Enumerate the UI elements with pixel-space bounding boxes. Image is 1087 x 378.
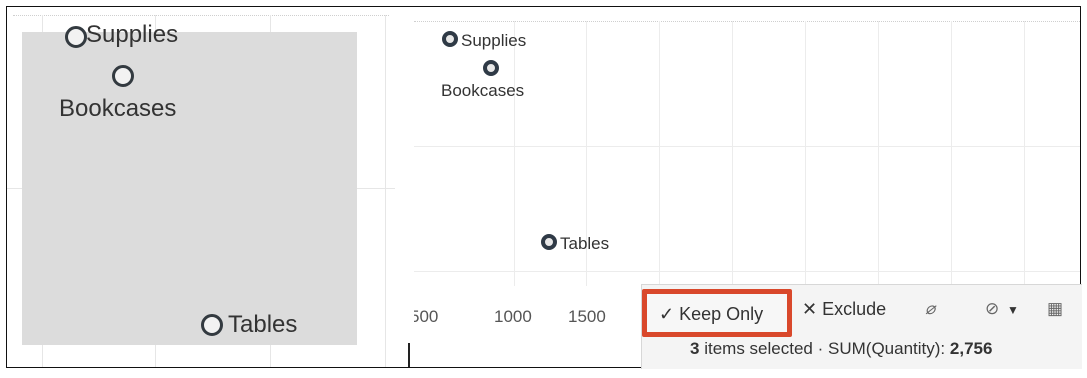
table-view-icon[interactable]: ▦	[1047, 299, 1063, 319]
gridline-v	[951, 21, 952, 286]
selection-rectangle[interactable]	[22, 32, 357, 345]
mark-label-tables: Tables	[228, 311, 298, 338]
gridline-v	[805, 21, 806, 286]
mark-label-bookcases: Bookcases	[441, 81, 525, 100]
gridline-v	[878, 21, 879, 286]
x-tick: 1000	[494, 307, 532, 326]
gridline-v	[514, 21, 515, 286]
x-tick: 500	[414, 307, 439, 326]
selected-count-text: items selected	[704, 339, 813, 358]
mark-label-supplies: Supplies	[461, 31, 527, 50]
top-dotted-rule	[13, 15, 389, 16]
mark-bookcases[interactable]	[112, 65, 134, 87]
mark-supplies[interactable]	[65, 26, 87, 48]
gridline-v	[732, 21, 733, 286]
zoomed-selection-panel: Supplies Bookcases Tables	[7, 7, 395, 367]
keep-only-label: Keep Only	[679, 304, 764, 324]
text-cursor	[408, 343, 410, 367]
selection-summary: 3 items selected · SUM(Quantity): 2,756	[690, 339, 992, 359]
measure-value: 2,756	[949, 339, 993, 358]
mark-bookcases[interactable]	[483, 60, 499, 76]
gridline-h	[414, 146, 1080, 147]
mark-supplies[interactable]	[442, 31, 458, 47]
mark-label-tables: Tables	[560, 234, 610, 253]
gridline-v	[1024, 21, 1025, 286]
dropdown-icon[interactable]: ▼	[1007, 303, 1019, 317]
gridline-h	[414, 271, 1080, 272]
panel-divider	[409, 7, 412, 367]
mark-label-supplies: Supplies	[86, 21, 179, 48]
checkmark-icon: ✓	[659, 304, 675, 324]
mark-label-bookcases: Bookcases	[59, 95, 177, 122]
exclude-label: Exclude	[822, 299, 887, 319]
x-tick: 1500	[568, 307, 606, 326]
group-icon[interactable]: ⊘	[985, 299, 999, 319]
separator: ·	[817, 339, 824, 358]
keep-only-button[interactable]: ✓ Keep Only	[642, 289, 792, 337]
selected-count: 3	[690, 339, 700, 358]
selection-tooltip: ✓ Keep Only ✕ Exclude ⌀ ⊘ ▼ ▦ 3 items se…	[641, 284, 1082, 369]
gridline-v	[385, 15, 386, 367]
paperclip-icon[interactable]: ⌀	[925, 299, 935, 319]
mark-tables[interactable]	[541, 234, 557, 250]
exclude-button[interactable]: ✕ Exclude	[802, 299, 886, 320]
mark-tables[interactable]	[201, 314, 223, 336]
measure-label: SUM(Quantity):	[828, 339, 946, 358]
gridline-v	[659, 21, 660, 286]
tooltip-toolbar: ✓ Keep Only ✕ Exclude ⌀ ⊘ ▼ ▦	[642, 289, 1082, 337]
x-icon: ✕	[802, 299, 818, 319]
